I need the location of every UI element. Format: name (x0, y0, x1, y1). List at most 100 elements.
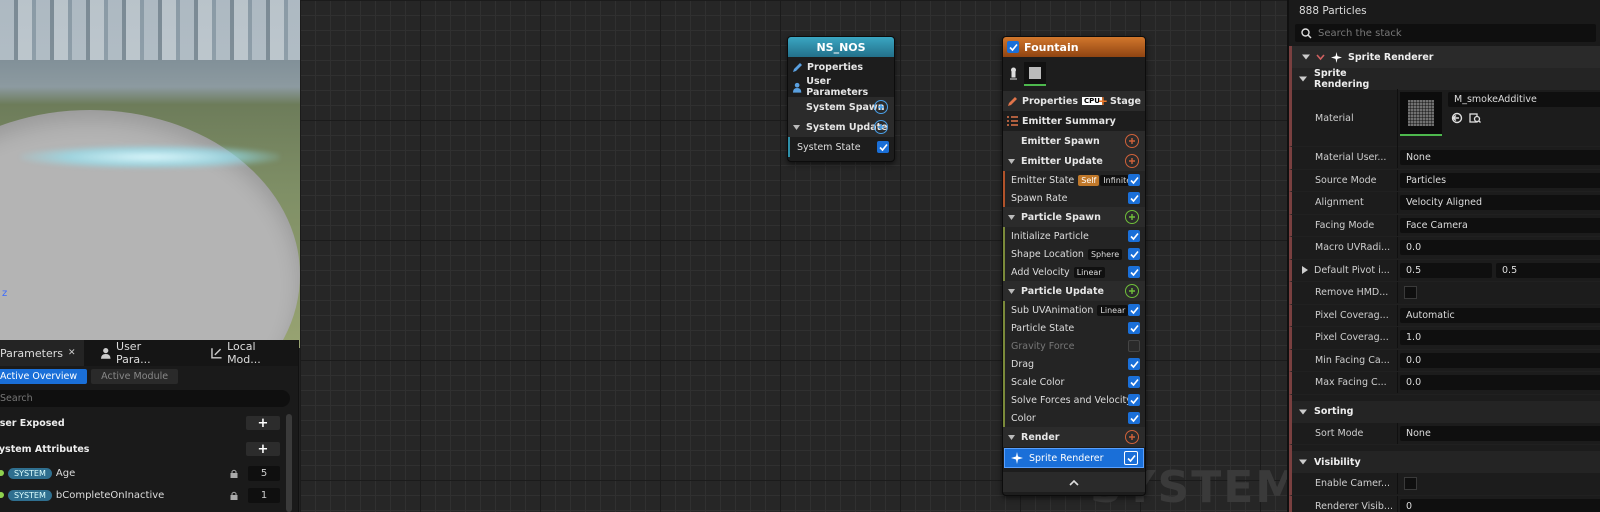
browse-asset-icon[interactable] (1469, 112, 1481, 124)
material-thumbnail[interactable] (1400, 91, 1442, 136)
enabled-checkbox[interactable] (1128, 266, 1140, 278)
enabled-checkbox[interactable] (1128, 174, 1140, 186)
add-user-parameter-button[interactable]: + (246, 416, 280, 431)
collapse-arrow-icon[interactable] (792, 123, 801, 132)
sort-mode-dropdown[interactable]: None (1400, 425, 1600, 441)
add-module-icon[interactable] (874, 100, 888, 114)
sprite-renderer-section-header[interactable]: Sprite Renderer (1289, 46, 1600, 68)
enabled-checkbox[interactable] (1124, 451, 1138, 465)
pixel-coverage-input[interactable]: 1.0 (1400, 330, 1600, 346)
solve-forces-module[interactable]: Solve Forces and Velocity (1003, 391, 1145, 409)
add-renderer-icon[interactable] (1125, 430, 1139, 444)
system-node-header[interactable]: NS_NOS (788, 37, 894, 57)
enabled-checkbox[interactable] (1128, 412, 1140, 424)
emitter-update-group[interactable]: Emitter Update (1003, 151, 1145, 171)
subtab-active-module[interactable]: Active Module (91, 369, 179, 384)
emitter-summary-item[interactable]: Emitter Summary (1003, 111, 1145, 131)
scale-color-module[interactable]: Scale Color (1003, 373, 1145, 391)
facing-mode-dropdown[interactable]: Face Camera (1400, 217, 1600, 233)
preview-viewport[interactable]: z (0, 0, 300, 348)
list-item[interactable]: SYSTEM Age 5 (0, 462, 298, 484)
parameters-search-input[interactable]: Search (0, 390, 290, 407)
collapse-arrow-icon[interactable] (1299, 458, 1307, 466)
enabled-checkbox[interactable] (1128, 248, 1140, 260)
system-spawn-group[interactable]: System Spawn (788, 97, 894, 117)
emitter-thumbnail[interactable] (1024, 62, 1046, 86)
tab-user-parameters[interactable]: User Para... (92, 340, 185, 366)
collapse-arrow-icon[interactable] (1007, 433, 1016, 442)
add-module-icon[interactable] (1125, 284, 1139, 298)
enabled-checkbox[interactable] (1128, 304, 1140, 316)
pivot-y-input[interactable]: 0.5 (1496, 262, 1600, 278)
use-selected-icon[interactable] (1451, 112, 1463, 124)
close-tab-icon[interactable]: ✕ (68, 348, 76, 358)
collapse-arrow-icon[interactable] (1007, 213, 1016, 222)
collapse-arrow-icon[interactable] (1007, 157, 1016, 166)
system-state-module[interactable]: System State (788, 137, 894, 157)
add-module-icon[interactable] (874, 120, 888, 134)
initialize-particle-module[interactable]: Initialize Particle (1003, 227, 1145, 245)
add-system-attribute-button[interactable]: + (246, 442, 280, 457)
max-facing-input[interactable]: 0.0 (1400, 375, 1600, 391)
collapse-arrow-icon[interactable] (1007, 287, 1016, 296)
emitter-enabled-checkbox[interactable] (1007, 41, 1019, 53)
system-overview-graph[interactable]: SYSTEM NS_NOS Properties User Parameters… (300, 0, 1287, 512)
emitter-spawn-group[interactable]: Emitter Spawn (1003, 131, 1145, 151)
enabled-checkbox[interactable] (1128, 322, 1140, 334)
emitter-pin-icon[interactable] (1009, 67, 1018, 81)
particle-update-group[interactable]: Particle Update (1003, 281, 1145, 301)
enabled-checkbox[interactable] (1128, 394, 1140, 406)
renderer-visibility-input[interactable]: 0 (1400, 498, 1600, 512)
source-mode-dropdown[interactable]: Particles (1400, 172, 1600, 188)
collapse-node-button[interactable] (1003, 472, 1145, 492)
parameters-scrollbar[interactable] (286, 414, 292, 512)
tab-local-modules[interactable]: Local Mod... (203, 340, 298, 366)
emitter-node[interactable]: Fountain Properties CPU + Stage Emitter … (1002, 36, 1146, 496)
drag-module[interactable]: Drag (1003, 355, 1145, 373)
system-user-parameters-item[interactable]: User Parameters (788, 76, 894, 98)
emitter-state-module[interactable]: Emitter State Self Infinite (1003, 171, 1145, 189)
enabled-checkbox[interactable] (877, 141, 889, 153)
add-stage-button[interactable]: + Stage (1098, 94, 1141, 108)
emitter-properties-item[interactable]: Properties CPU + Stage (1003, 91, 1145, 111)
particle-state-module[interactable]: Particle State (1003, 319, 1145, 337)
collapse-arrow-icon[interactable] (1302, 53, 1310, 61)
stack-search-input[interactable]: Search the stack (1295, 24, 1596, 42)
alignment-dropdown[interactable]: Velocity Aligned (1400, 195, 1600, 211)
disabled-checkbox[interactable] (1128, 340, 1140, 352)
sub-uv-animation-module[interactable]: Sub UVAnimation Linear (1003, 301, 1145, 319)
attribute-value[interactable]: 1 (248, 487, 280, 503)
pivot-x-input[interactable]: 0.5 (1400, 262, 1492, 278)
system-properties-item[interactable]: Properties (788, 57, 894, 77)
enabled-checkbox[interactable] (1128, 358, 1140, 370)
color-module[interactable]: Color (1003, 409, 1145, 427)
spawn-rate-module[interactable]: Spawn Rate (1003, 189, 1145, 207)
render-group[interactable]: Render (1003, 427, 1145, 447)
add-velocity-module[interactable]: Add Velocity Linear (1003, 263, 1145, 281)
tab-parameters[interactable]: Parameters ✕ (0, 340, 84, 366)
list-item[interactable]: SYSTEM bCompleteOnInactive 1 (0, 484, 298, 506)
particle-spawn-group[interactable]: Particle Spawn (1003, 207, 1145, 227)
enabled-checkbox[interactable] (1128, 230, 1140, 242)
enabled-checkbox[interactable] (1128, 192, 1140, 204)
collapse-arrow-icon[interactable] (1299, 408, 1307, 416)
min-facing-input[interactable]: 0.0 (1400, 352, 1600, 368)
visibility-category[interactable]: Visibility (1289, 451, 1600, 473)
user-exposed-section[interactable]: User Exposed + (0, 410, 298, 436)
enable-camera-culling-checkbox[interactable] (1404, 477, 1417, 491)
property-value[interactable]: None (1400, 150, 1600, 166)
gravity-force-module[interactable]: Gravity Force (1003, 337, 1145, 355)
sprite-rendering-category[interactable]: Sprite Rendering (1289, 68, 1600, 90)
sprite-renderer-item[interactable]: Sprite Renderer (1004, 448, 1144, 468)
system-attributes-section[interactable]: System Attributes + (0, 436, 298, 462)
material-asset-picker[interactable]: M_smokeAdditive (1448, 91, 1600, 107)
shape-location-module[interactable]: Shape Location Sphere (1003, 245, 1145, 263)
subtab-active-overview[interactable]: Active Overview (0, 369, 88, 384)
macro-uv-radius-input[interactable]: 0.0 (1400, 240, 1600, 256)
remove-hmd-roll-checkbox[interactable] (1404, 286, 1417, 300)
system-node[interactable]: NS_NOS Properties User Parameters System… (787, 36, 895, 162)
enabled-checkbox[interactable] (1128, 376, 1140, 388)
pixel-coverage-dropdown[interactable]: Automatic (1400, 307, 1600, 323)
attribute-value[interactable]: 5 (248, 465, 280, 481)
sorting-category[interactable]: Sorting (1289, 400, 1600, 423)
